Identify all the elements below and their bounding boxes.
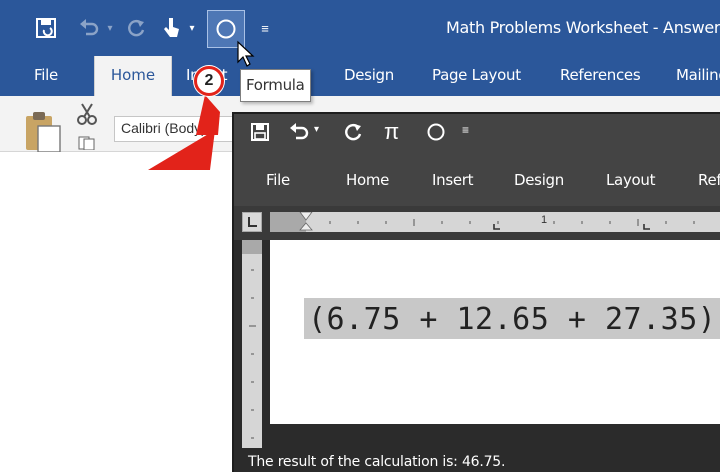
tab-mailings[interactable]: Mailings [676,66,720,84]
front-quick-access-toolbar: ▾ π ≡ [234,114,720,154]
undo-dropdown-icon[interactable]: ▾ [104,12,116,44]
cut-icon[interactable] [76,102,98,131]
save-icon[interactable] [250,122,270,148]
redo-icon[interactable] [124,12,150,44]
back-document-page [0,152,236,472]
undo-dropdown-icon[interactable]: ▾ [314,124,319,135]
tab-page-layout[interactable]: Page Layout [432,66,521,84]
tab-home[interactable]: Home [94,56,172,98]
formula-tooltip: Formula [240,69,311,102]
tab-file[interactable]: File [34,66,58,84]
redo-icon[interactable] [344,122,364,148]
undo-icon[interactable] [288,122,310,148]
tab-layout[interactable]: Layout [606,171,656,189]
tab-selector-icon[interactable] [242,212,262,232]
window-title: Math Problems Worksheet - Answers [446,18,720,37]
formula-icon [216,19,236,39]
screenshot-stage: ▾ ▾ ≡ Math Problems Worksheet - Answers … [0,0,720,472]
tab-file[interactable]: File [266,171,290,189]
save-icon[interactable] [30,12,62,44]
tab-insert[interactable]: Insert [432,171,474,189]
tab-references[interactable]: References [698,171,720,189]
tab-design[interactable]: Design [514,171,564,189]
back-quick-access-toolbar: ▾ ▾ ≡ Math Problems Worksheet - Answers [0,0,720,56]
touch-mode-icon[interactable] [158,12,184,44]
dropdown-icon[interactable]: ▾ [186,12,198,44]
pi-icon[interactable]: π [384,119,399,145]
font-name-box[interactable]: Calibri (Body) [114,116,234,142]
step-number-badge: 2 [194,66,224,96]
formula-field[interactable]: (6.75 + 12.65 + 27.35) / 1 [304,298,720,339]
ruler-inch-label: 1 [541,214,548,226]
tab-references[interactable]: References [560,66,641,84]
front-ribbon-tabs: File Home Insert Design Layout Reference… [234,154,720,206]
tab-home-label: Home [110,66,156,84]
customize-qat-icon[interactable]: ≡ [462,123,469,137]
formula-button[interactable] [207,10,245,48]
tab-design[interactable]: Design [344,66,394,84]
tab-home[interactable]: Home [346,171,389,189]
vertical-ruler[interactable] [242,240,262,472]
calculation-result-text: The result of the calculation is: 46.75. [248,454,506,470]
paste-icon[interactable] [24,110,64,157]
undo-icon[interactable] [76,12,102,44]
customize-qat-icon[interactable]: ≡ [258,12,272,44]
front-word-window: ▾ π ≡ File Home Insert Design Layout Ref… [232,112,720,472]
horizontal-ruler[interactable]: 1 [270,211,720,232]
formula-icon[interactable] [426,122,446,148]
